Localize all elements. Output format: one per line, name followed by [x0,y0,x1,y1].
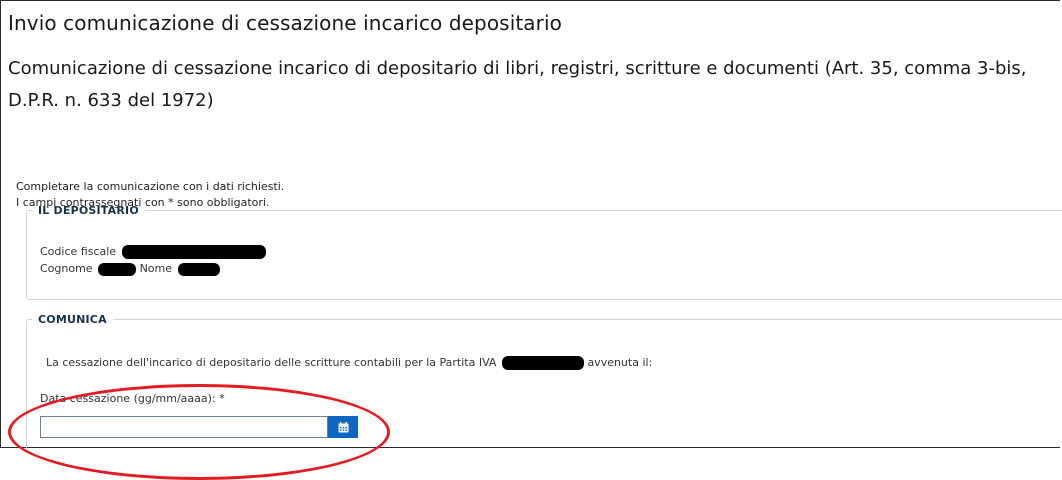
calendar-icon [338,421,348,432]
nome-label: Nome [139,262,173,275]
name-row: Cognome Nome [40,262,220,276]
comunica-text-before: La cessazione dell'incarico di depositar… [46,356,497,369]
codice-fiscale-row: Codice fiscale [40,245,266,259]
page-subtitle: Comunicazione di cessazione incarico di … [8,58,1027,111]
date-label: Data cessazione (gg/mm/aaaa): * [40,392,225,405]
cognome-label: Cognome [40,262,93,275]
redacted-nome [177,262,220,276]
codice-fiscale-label: Codice fiscale [40,245,117,258]
section-depositario-title: IL DEPOSITARIO [38,204,139,217]
page-title: Invio comunicazione di cessazione incari… [8,11,562,35]
date-cessazione-input[interactable] [40,416,328,438]
section-comunica-title: COMUNICA [38,313,107,326]
comunica-statement: La cessazione dell'incarico di depositar… [46,356,652,370]
redacted-cognome [98,262,137,276]
redacted-partita-iva [501,356,584,370]
calendar-button[interactable] [328,416,358,438]
intro-line-1: Completare la comunicazione con i dati r… [16,180,285,193]
redacted-codice-fiscale [121,245,266,259]
comunica-text-after: avvenuta il: [587,356,653,369]
